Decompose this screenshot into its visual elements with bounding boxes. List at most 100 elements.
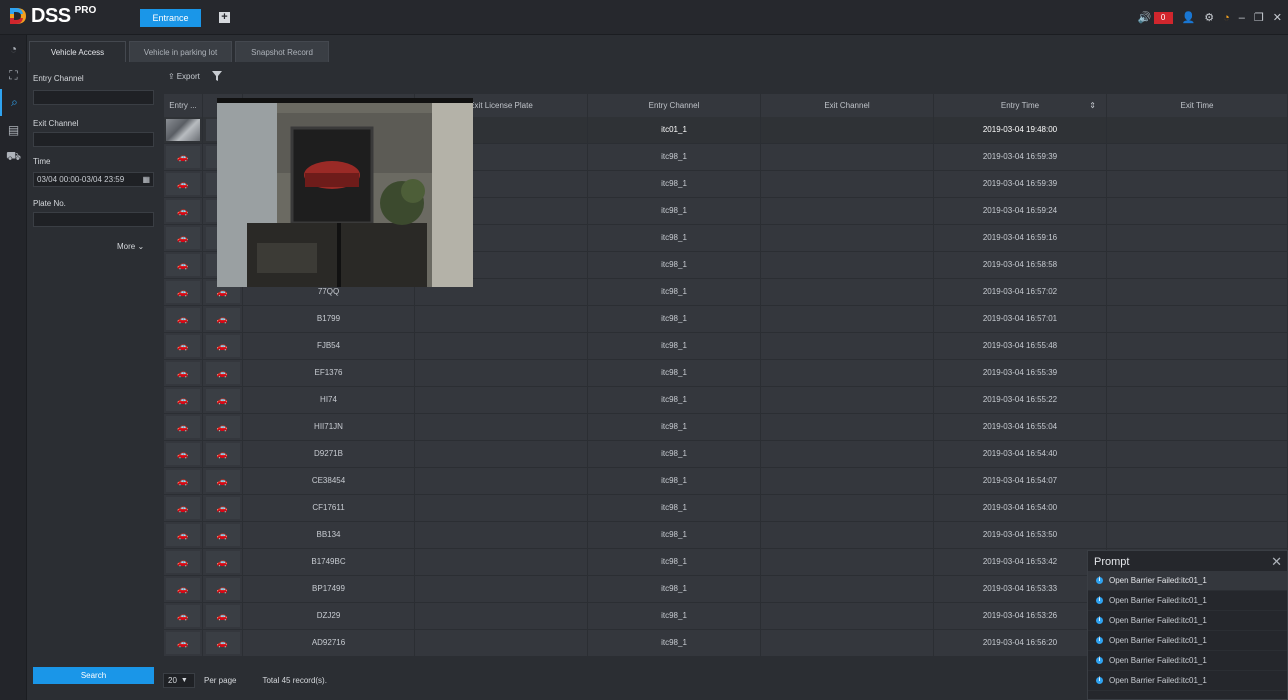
- exit-time-cell: [1107, 252, 1288, 278]
- vehicle-search-icon[interactable]: ⌕: [0, 89, 27, 116]
- export-button[interactable]: ⇪ Export: [168, 72, 200, 81]
- entry-snapshot-thumb[interactable]: 🚗: [164, 441, 203, 467]
- entry-snapshot-thumb[interactable]: 🚗: [164, 144, 203, 170]
- header-entry-time[interactable]: Entry Time ⇕: [934, 94, 1107, 117]
- exit-channel-cell: [761, 360, 934, 386]
- parking-icon[interactable]: ▤: [0, 116, 27, 143]
- header-entry-snapshot[interactable]: Entry ...: [164, 94, 203, 117]
- entry-plate-thumb[interactable]: 🚗: [203, 522, 243, 548]
- prompt-item[interactable]: i Open Barrier Failed:itc01_1: [1088, 611, 1287, 631]
- table-row[interactable]: 🚗 🚗 CF17611 itc98_1 2019-03-04 16:54:00: [164, 495, 1288, 522]
- exit-time-cell: [1107, 414, 1288, 440]
- car-thumbnail-icon: 🚗: [166, 200, 200, 222]
- close-icon[interactable]: ✕: [1271, 551, 1282, 573]
- tab-entrance[interactable]: Entrance: [140, 9, 201, 27]
- prompt-item[interactable]: i Open Barrier Failed:itc01_1: [1088, 631, 1287, 651]
- table-row[interactable]: 🚗 🚗 BB134 itc98_1 2019-03-04 16:53:50: [164, 522, 1288, 549]
- alarm-sound-button[interactable]: 🔊 0: [1138, 12, 1173, 24]
- table-row[interactable]: 🚗 🚗 B1799 itc98_1 2019-03-04 16:57:01: [164, 306, 1288, 333]
- tab-vehicle-in-parking-lot[interactable]: Vehicle in parking lot: [129, 41, 232, 62]
- table-row[interactable]: 🚗 🚗 D9271B itc98_1 2019-03-04 16:54:40: [164, 441, 1288, 468]
- entry-time-cell: 2019-03-04 16:55:48: [934, 333, 1107, 359]
- exit-channel-cell: [761, 630, 934, 656]
- more-button[interactable]: More ⌄: [117, 242, 144, 251]
- prompt-item[interactable]: i Open Barrier Failed:itc01_1: [1088, 571, 1287, 591]
- tab-snapshot-record[interactable]: Snapshot Record: [235, 41, 329, 62]
- car-thumbnail-icon: 🚗: [205, 578, 240, 600]
- entry-plate-thumb[interactable]: 🚗: [203, 495, 243, 521]
- prompt-item[interactable]: i Open Barrier Failed:itc01_1: [1088, 671, 1287, 691]
- vehicle-icon[interactable]: ⛟: [0, 143, 27, 170]
- entry-time-cell: 2019-03-04 16:53:50: [934, 522, 1107, 548]
- car-thumbnail-icon: 🚗: [166, 551, 200, 573]
- entry-snapshot-thumb[interactable]: 🚗: [164, 549, 203, 575]
- gear-icon[interactable]: ⚙: [1204, 12, 1214, 24]
- entry-plate-thumb[interactable]: 🚗: [203, 414, 243, 440]
- prompt-title: Prompt: [1094, 556, 1130, 568]
- table-row[interactable]: 🚗 🚗 HI74 itc98_1 2019-03-04 16:55:22: [164, 387, 1288, 414]
- entry-snapshot-thumb[interactable]: 🚗: [164, 198, 203, 224]
- calendar-icon[interactable]: ▦: [142, 173, 150, 186]
- restore-icon[interactable]: ❐: [1254, 12, 1264, 24]
- sort-icon[interactable]: ⇕: [1089, 94, 1096, 117]
- entry-snapshot-thumb[interactable]: 🚗: [164, 576, 203, 602]
- entry-plate-thumb[interactable]: 🚗: [203, 387, 243, 413]
- entry-plate-thumb[interactable]: 🚗: [203, 576, 243, 602]
- entry-snapshot-thumb[interactable]: 🚗: [164, 468, 203, 494]
- entry-snapshot-thumb[interactable]: 🚗: [164, 522, 203, 548]
- entry-snapshot-thumb[interactable]: 🚗: [164, 603, 203, 629]
- prompt-item[interactable]: i Open Barrier Failed:itc01_1: [1088, 591, 1287, 611]
- entry-snapshot-thumb[interactable]: 🚗: [164, 252, 203, 278]
- search-button[interactable]: Search: [33, 667, 154, 684]
- entry-snapshot-thumb[interactable]: 🚗: [164, 387, 203, 413]
- subtabs: Vehicle Access Vehicle in parking lot Sn…: [29, 41, 329, 62]
- header-entry-channel[interactable]: Entry Channel: [588, 94, 761, 117]
- entry-plate-thumb[interactable]: 🚗: [203, 549, 243, 575]
- car-thumbnail-icon: 🚗: [205, 389, 240, 411]
- entry-snapshot-thumb[interactable]: 🚗: [164, 306, 203, 332]
- entry-snapshot-thumb[interactable]: 🚗: [164, 360, 203, 386]
- entry-channel-cell: itc98_1: [588, 549, 761, 575]
- entry-plate-thumb[interactable]: 🚗: [203, 603, 243, 629]
- header-exit-channel[interactable]: Exit Channel: [761, 94, 934, 117]
- car-thumbnail-icon: 🚗: [205, 308, 240, 330]
- car-thumbnail-icon: 🚗: [166, 389, 200, 411]
- table-row[interactable]: 🚗 🚗 CE38454 itc98_1 2019-03-04 16:54:07: [164, 468, 1288, 495]
- entry-channel-field[interactable]: [33, 90, 154, 105]
- exit-channel-field[interactable]: [33, 132, 154, 147]
- table-row[interactable]: 🚗 🚗 EF1376 itc98_1 2019-03-04 16:55:39: [164, 360, 1288, 387]
- entry-plate-thumb[interactable]: 🚗: [203, 306, 243, 332]
- plate-field[interactable]: [33, 212, 154, 227]
- user-icon[interactable]: 👤: [1182, 12, 1196, 24]
- page-size-value: 20: [168, 675, 177, 685]
- table-row[interactable]: 🚗 🚗 FJB54 itc98_1 2019-03-04 16:55:48: [164, 333, 1288, 360]
- plus-icon[interactable]: +: [219, 12, 230, 23]
- entry-plate-thumb[interactable]: 🚗: [203, 630, 243, 656]
- entry-snapshot-thumb[interactable]: 🚗: [164, 171, 203, 197]
- minimize-icon[interactable]: –: [1239, 12, 1245, 24]
- performance-icon[interactable]: ◔: [1223, 12, 1230, 24]
- entry-snapshot-thumb[interactable]: 🚗: [164, 414, 203, 440]
- dashboard-icon[interactable]: ◔: [0, 35, 27, 62]
- close-icon[interactable]: ✕: [1273, 12, 1282, 24]
- capture-icon[interactable]: ⛶: [0, 62, 27, 89]
- table-row[interactable]: 🚗 🚗 HII71JN itc98_1 2019-03-04 16:55:04: [164, 414, 1288, 441]
- page-size-select[interactable]: 20 ▼: [163, 672, 195, 688]
- entry-snapshot-thumb[interactable]: 🚗: [164, 279, 203, 305]
- entry-channel-cell: itc98_1: [588, 279, 761, 305]
- entry-snapshot-thumb[interactable]: 🚗: [164, 333, 203, 359]
- entry-snapshot-thumb[interactable]: 🚗: [164, 225, 203, 251]
- entry-plate-thumb[interactable]: 🚗: [203, 468, 243, 494]
- entry-snapshot-thumb[interactable]: 🚗: [164, 630, 203, 656]
- filter-button[interactable]: [211, 71, 222, 81]
- entry-plate-thumb[interactable]: 🚗: [203, 360, 243, 386]
- entry-snapshot-thumb[interactable]: [164, 117, 203, 143]
- entry-plate-thumb[interactable]: 🚗: [203, 333, 243, 359]
- entry-snapshot-thumb[interactable]: 🚗: [164, 495, 203, 521]
- header-exit-time[interactable]: Exit Time: [1107, 94, 1288, 117]
- time-range-field[interactable]: 03/04 00:00-03/04 23:59 ▦: [33, 172, 154, 187]
- alarm-count-badge: 0: [1153, 12, 1173, 24]
- tab-vehicle-access[interactable]: Vehicle Access: [29, 41, 126, 62]
- entry-plate-thumb[interactable]: 🚗: [203, 441, 243, 467]
- prompt-item[interactable]: i Open Barrier Failed:itc01_1: [1088, 651, 1287, 671]
